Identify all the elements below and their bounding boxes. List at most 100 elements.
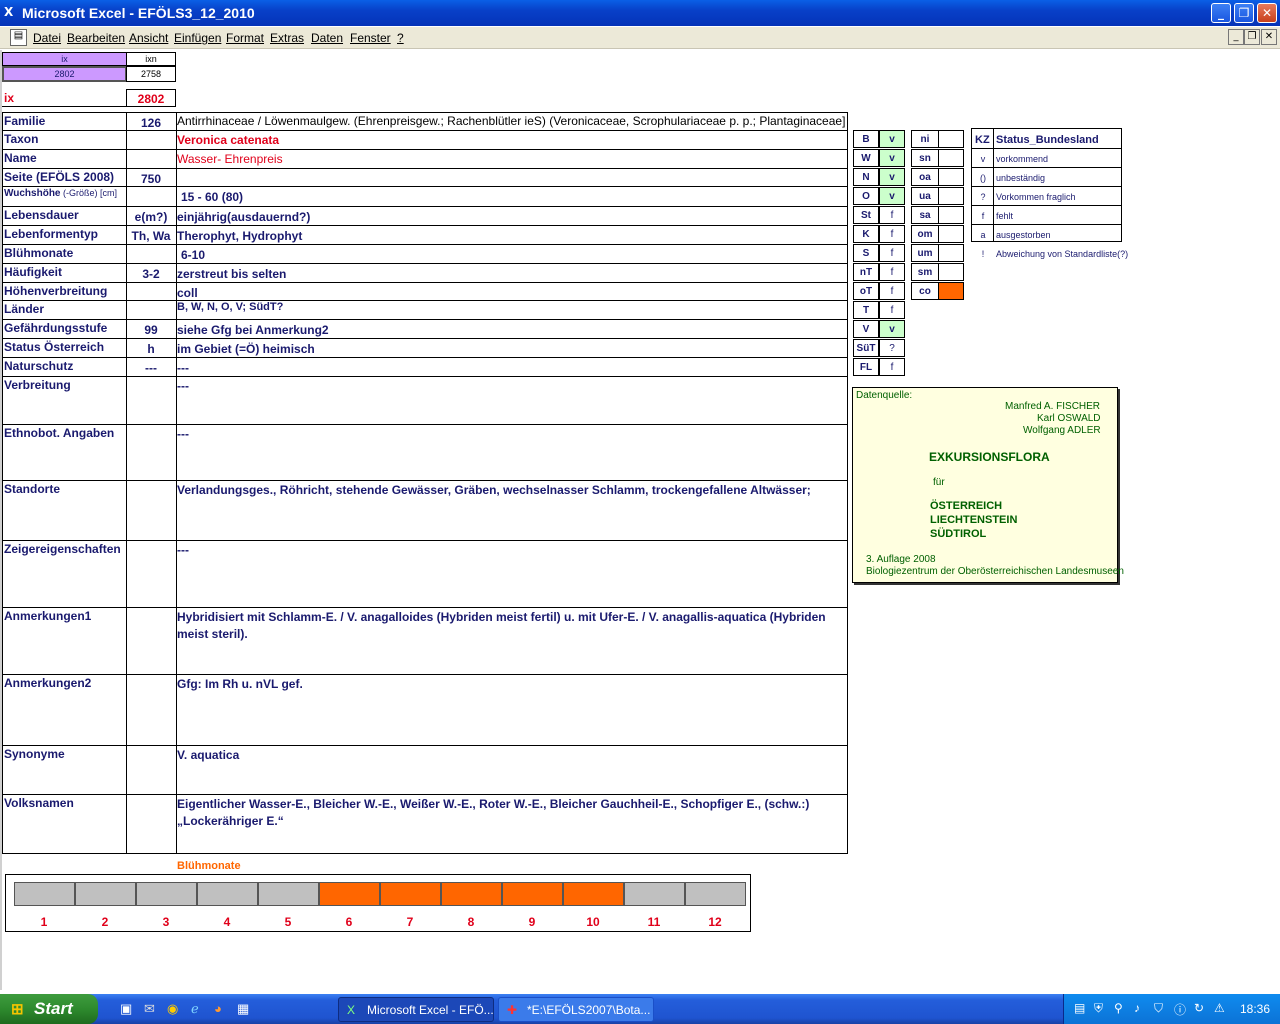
altitude-code[interactable]: um [911, 244, 939, 262]
state-code[interactable]: O [853, 187, 879, 205]
row-code-cell[interactable] [127, 746, 176, 794]
state-status[interactable]: v [879, 320, 905, 338]
row-code-cell[interactable] [127, 245, 176, 263]
altitude-value[interactable] [938, 282, 964, 300]
menu-help[interactable]: ? [397, 31, 404, 45]
start-button[interactable]: ⊞ Start [0, 994, 98, 1024]
row-value-cell[interactable] [177, 425, 847, 480]
state-status[interactable]: v [879, 149, 905, 167]
row-code-cell[interactable] [127, 608, 176, 674]
state-status[interactable]: v [879, 130, 905, 148]
altitude-value[interactable] [938, 244, 964, 262]
row-code-cell[interactable] [127, 675, 176, 745]
ixn-value-cell[interactable]: 2758 [126, 66, 176, 82]
state-status[interactable]: f [879, 206, 905, 224]
state-status[interactable]: v [879, 187, 905, 205]
row-code-cell[interactable] [127, 541, 176, 607]
row-value-cell[interactable] [177, 169, 847, 186]
bloom-bar-month-6[interactable] [319, 882, 380, 906]
altitude-code[interactable]: co [911, 282, 939, 300]
row-value-cell[interactable] [177, 358, 847, 376]
row-code-cell[interactable] [127, 377, 176, 424]
volume-icon[interactable]: ♪ [1134, 1001, 1140, 1015]
search-icon[interactable]: ⚲ [1114, 1001, 1123, 1015]
state-status[interactable]: f [879, 263, 905, 281]
state-code[interactable]: B [853, 130, 879, 148]
info-icon[interactable]: ⓘ [1174, 1001, 1186, 1018]
state-status[interactable]: v [879, 168, 905, 186]
close-button[interactable]: ✕ [1257, 3, 1277, 23]
state-code[interactable]: St [853, 206, 879, 224]
shield-icon[interactable]: ⛉ [1154, 1001, 1163, 1016]
ix-value-cell[interactable]: 2802 [2, 66, 127, 82]
mail-icon[interactable]: ✉ [144, 1001, 155, 1017]
media-icon[interactable]: ◉ [167, 1001, 178, 1017]
state-code[interactable]: T [853, 301, 879, 319]
altitude-value[interactable] [938, 263, 964, 281]
alert-icon[interactable]: ⚠ [1214, 1001, 1225, 1015]
row-code-cell[interactable] [127, 187, 176, 206]
altitude-code[interactable]: ni [911, 130, 939, 148]
altitude-value[interactable] [938, 187, 964, 205]
menu-ansicht[interactable]: Ansicht [129, 31, 168, 45]
row-code-cell[interactable] [127, 131, 176, 149]
altitude-value[interactable] [938, 206, 964, 224]
bloom-bar-month-3[interactable] [136, 882, 197, 906]
bloom-bar-month-8[interactable] [441, 882, 502, 906]
menu-datei[interactable]: Datei [33, 31, 61, 45]
state-status[interactable]: f [879, 358, 905, 376]
menu-bearbeiten[interactable]: Bearbeiten [67, 31, 125, 45]
altitude-code[interactable]: ua [911, 187, 939, 205]
row-value-cell[interactable] [177, 245, 847, 263]
state-code[interactable]: V [853, 320, 879, 338]
restore-button[interactable]: ❐ [1234, 3, 1254, 23]
desktop-icon[interactable]: ▣ [120, 1001, 132, 1017]
bloom-bar-month-5[interactable] [258, 882, 319, 906]
altitude-code[interactable]: sm [911, 263, 939, 281]
row-value-cell[interactable] [177, 187, 847, 206]
state-status[interactable]: f [879, 282, 905, 300]
doc-minimize-button[interactable]: _ [1228, 29, 1244, 45]
row-code-cell[interactable] [127, 425, 176, 480]
ie-icon[interactable]: ℯ [191, 1001, 199, 1017]
network-icon[interactable]: ▤ [1074, 1001, 1085, 1015]
bloom-bar-month-2[interactable] [75, 882, 136, 906]
state-code[interactable]: FL [853, 358, 879, 376]
menu-extras[interactable]: Extras [270, 31, 304, 45]
row-value-cell[interactable] [177, 377, 847, 424]
state-status[interactable]: ? [879, 339, 905, 357]
ixn-header-cell[interactable]: ixn [126, 52, 176, 66]
bloom-bar-month-4[interactable] [197, 882, 258, 906]
state-code[interactable]: oT [853, 282, 879, 300]
altitude-code[interactable]: om [911, 225, 939, 243]
bloom-bar-month-1[interactable] [14, 882, 75, 906]
security-icon[interactable]: ⛨ [1094, 1001, 1103, 1016]
update-icon[interactable]: ↻ [1194, 1001, 1204, 1015]
altitude-value[interactable] [938, 149, 964, 167]
menu-daten[interactable]: Daten [311, 31, 343, 45]
bloom-bar-month-9[interactable] [502, 882, 563, 906]
doc-close-button[interactable]: ✕ [1261, 29, 1277, 45]
state-code[interactable]: nT [853, 263, 879, 281]
bloom-bar-month-10[interactable] [563, 882, 624, 906]
row-code-cell[interactable] [127, 301, 176, 319]
minimize-button[interactable]: _ [1211, 3, 1231, 23]
doc-restore-button[interactable]: ❐ [1244, 29, 1260, 45]
menu-fenster[interactable]: Fenster [350, 31, 391, 45]
row-value-cell[interactable] [177, 746, 847, 794]
state-code[interactable]: K [853, 225, 879, 243]
ix-header-cell[interactable]: ix [2, 52, 127, 66]
state-code[interactable]: W [853, 149, 879, 167]
menu-format[interactable]: Format [226, 31, 264, 45]
altitude-value[interactable] [938, 130, 964, 148]
altitude-code[interactable]: sn [911, 149, 939, 167]
ix-row-value-cell[interactable]: 2802 [126, 89, 176, 107]
altitude-value[interactable] [938, 168, 964, 186]
state-code[interactable]: SüT [853, 339, 879, 357]
bloom-bar-month-7[interactable] [380, 882, 441, 906]
app-icon[interactable]: ▦ [237, 1001, 249, 1017]
state-status[interactable]: f [879, 244, 905, 262]
task-excel[interactable]: X Microsoft Excel - EFÖ... [338, 997, 494, 1022]
altitude-value[interactable] [938, 225, 964, 243]
altitude-code[interactable]: oa [911, 168, 939, 186]
